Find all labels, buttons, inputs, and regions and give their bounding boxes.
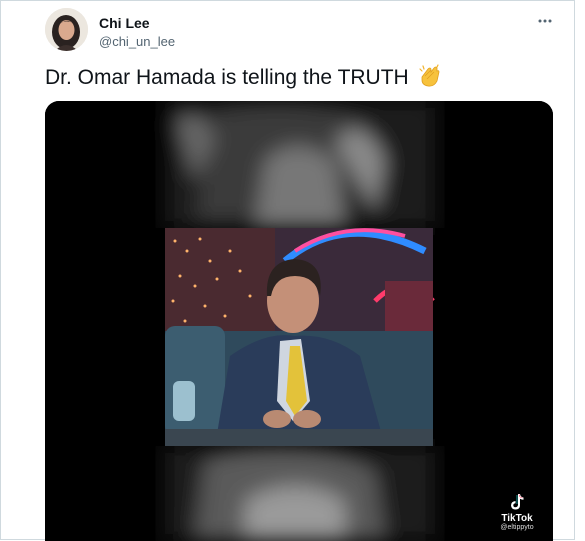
tiktok-user: @eltippyto bbox=[500, 524, 534, 531]
tweet-header: Chi Lee @chi_un_lee bbox=[45, 8, 565, 52]
more-options-button[interactable] bbox=[532, 8, 558, 34]
author-handle[interactable]: @chi_un_lee bbox=[99, 34, 175, 49]
tiktok-logo-icon bbox=[511, 494, 524, 510]
tweet-card: Chi Lee @chi_un_lee Dr. Omar Hamada is t… bbox=[0, 0, 575, 541]
tweet-text-block: Dr. Omar Hamada is telling the TRUTH bbox=[45, 63, 443, 90]
avatar[interactable] bbox=[45, 8, 88, 51]
clapping-hands-emoji-icon bbox=[418, 64, 439, 87]
more-options-icon bbox=[538, 19, 552, 23]
author-name[interactable]: Chi Lee bbox=[99, 15, 150, 31]
video-frame bbox=[45, 101, 553, 541]
tiktok-watermark: TikTok @eltippyto bbox=[487, 493, 547, 531]
tweet-text: Dr. Omar Hamada is telling the TRUTH bbox=[45, 66, 409, 89]
tweet-video[interactable]: TikTok @eltippyto bbox=[45, 101, 553, 541]
tiktok-brand: TikTok bbox=[501, 513, 533, 524]
